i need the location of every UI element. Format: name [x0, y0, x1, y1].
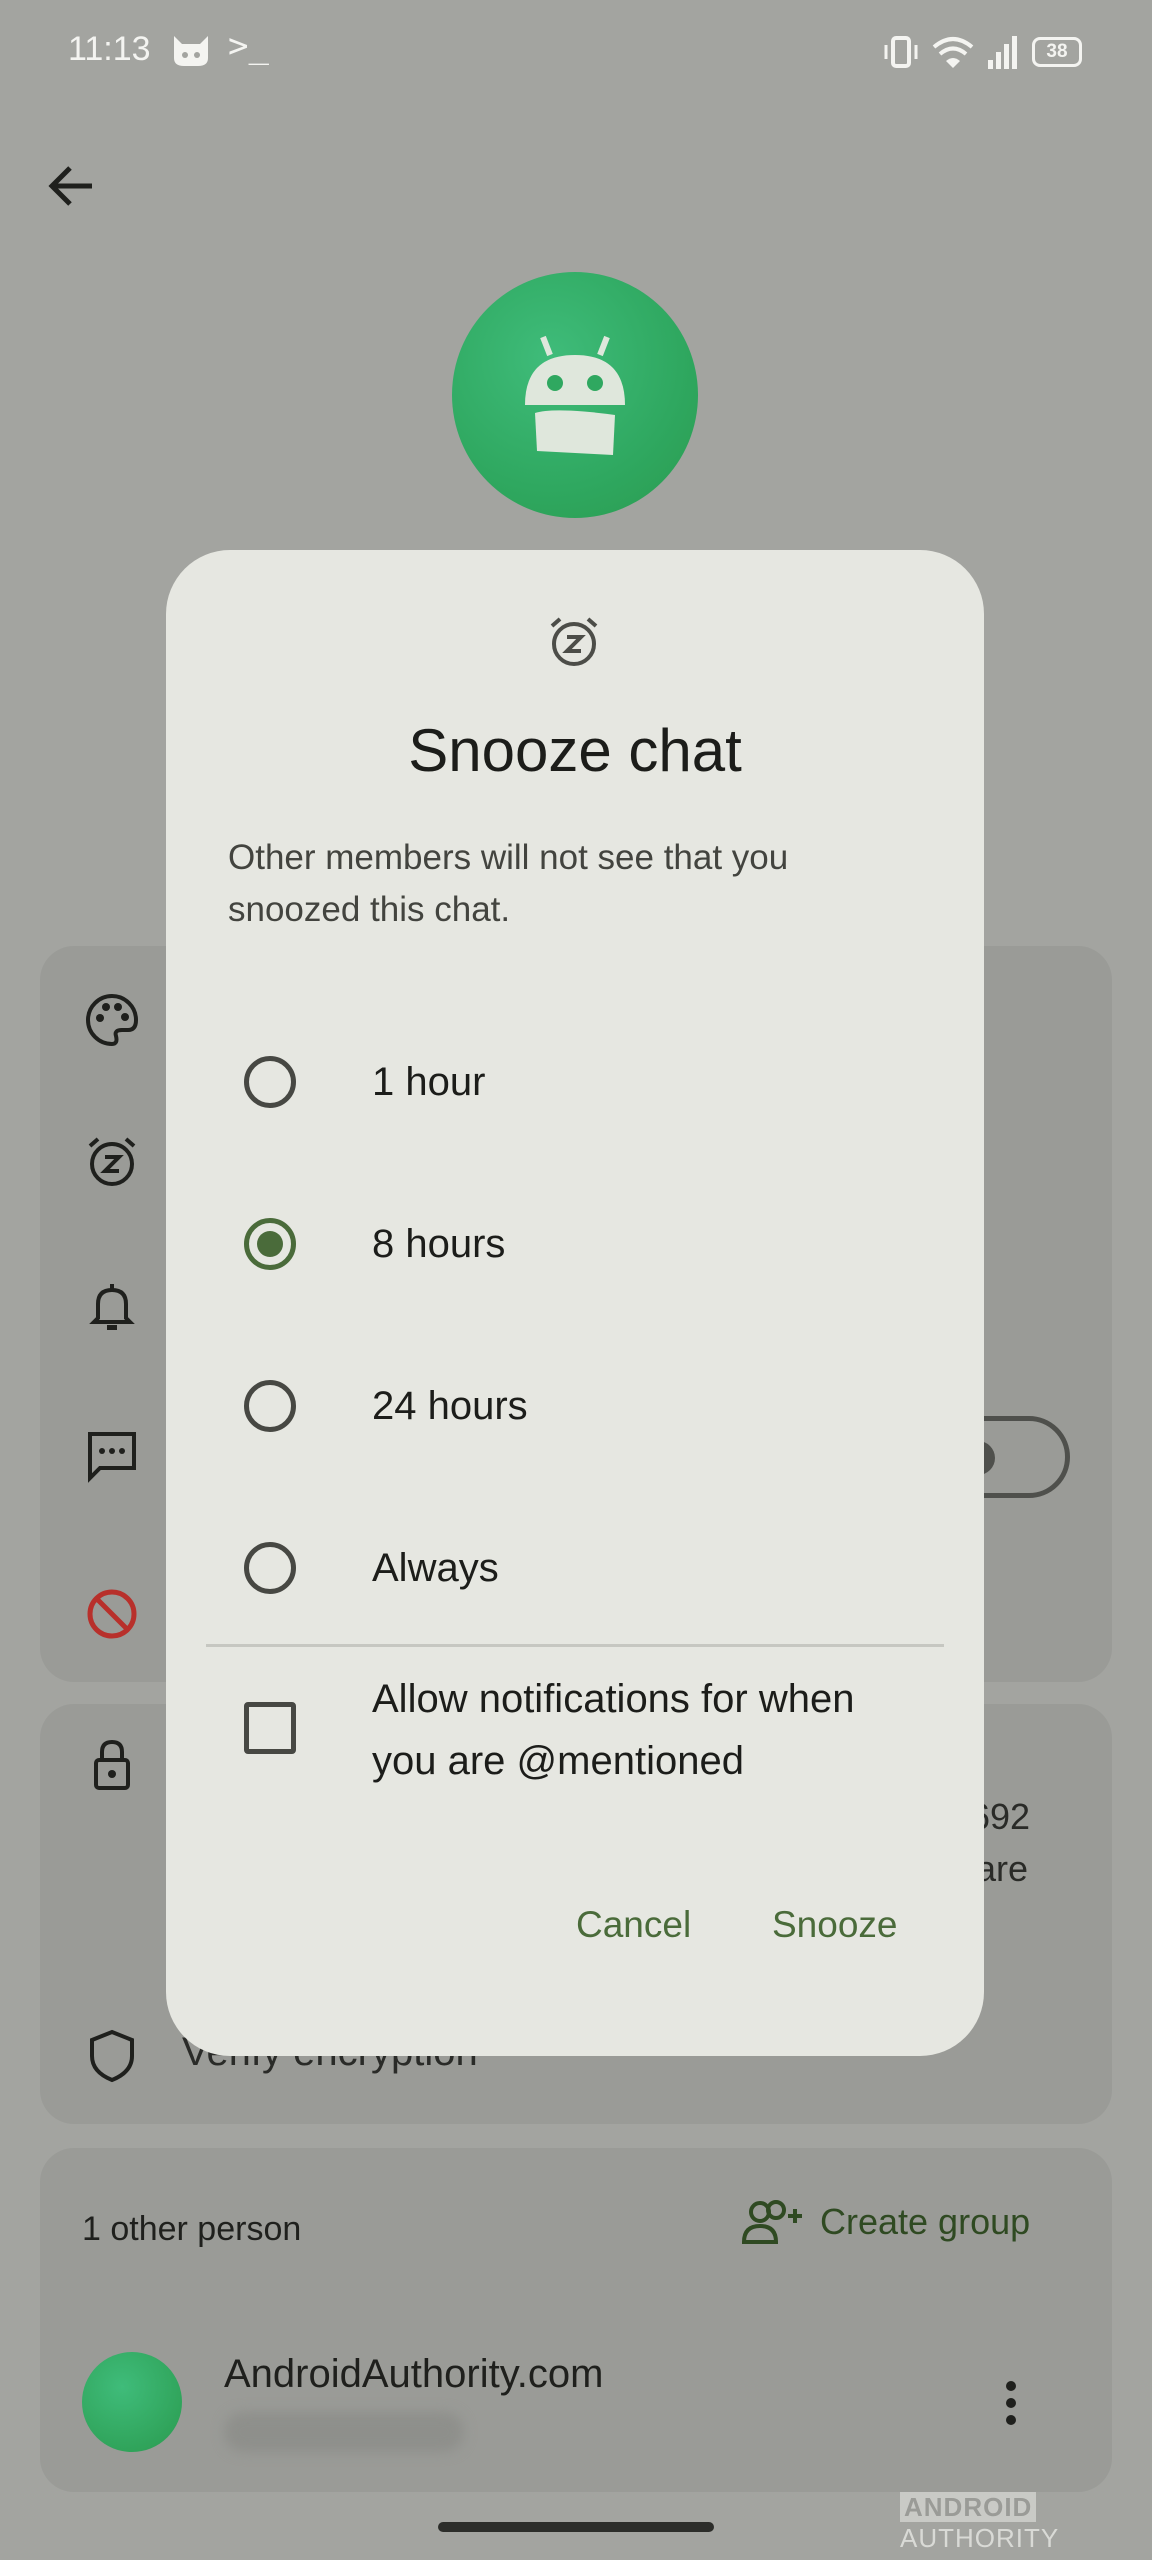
radio-button-selected[interactable]: [244, 1218, 296, 1270]
create-group-label: Create group: [820, 2201, 1031, 2242]
profile-avatar: [452, 272, 698, 518]
option-label: 8 hours: [372, 1221, 506, 1266]
terminal-icon: >_: [228, 26, 269, 66]
mention-checkbox-label[interactable]: Allow notifications for when you are @me…: [372, 1668, 912, 1792]
contact-name[interactable]: AndroidAuthority.com: [224, 2352, 603, 2397]
battery-icon: 38: [1032, 37, 1082, 67]
signal-icon: [988, 36, 1017, 69]
cancel-button[interactable]: Cancel: [576, 1904, 691, 1946]
radio-button[interactable]: [244, 1542, 296, 1594]
watermark-suffix: AUTHORITY: [900, 2523, 1060, 2553]
participants-count: 1 other person: [82, 2210, 302, 2248]
radio-button[interactable]: [244, 1380, 296, 1432]
snooze-button[interactable]: Snooze: [772, 1904, 898, 1946]
option-8-hours[interactable]: 8 hours: [206, 1184, 944, 1304]
status-time: 11:13: [68, 30, 151, 68]
snooze-dialog: Snooze chat Other members will not see t…: [166, 550, 984, 2056]
snooze-alarm-icon: [544, 612, 604, 672]
chat-bubble-icon[interactable]: [82, 1426, 142, 1486]
more-vert-icon[interactable]: [996, 2378, 1026, 2433]
snooze-icon[interactable]: [82, 1132, 142, 1192]
option-label: 24 hours: [372, 1383, 528, 1428]
bell-icon[interactable]: [82, 1276, 142, 1336]
back-arrow-icon[interactable]: [46, 160, 98, 212]
divider: [206, 1644, 944, 1647]
shield-icon: [82, 2026, 142, 2086]
add-person-icon: [741, 2200, 802, 2244]
option-1-hour[interactable]: 1 hour: [206, 1022, 944, 1142]
contact-phone-blurred: [224, 2412, 464, 2452]
option-always[interactable]: Always: [206, 1508, 944, 1628]
create-group-button[interactable]: Create group: [740, 2198, 1030, 2246]
watermark-brand: ANDROID: [900, 2492, 1037, 2522]
option-label: Always: [372, 1545, 499, 1590]
palette-icon[interactable]: [82, 990, 142, 1050]
lock-icon: [82, 1734, 142, 1794]
status-icons: 38: [882, 34, 1082, 70]
mention-checkbox[interactable]: [244, 1702, 296, 1754]
home-indicator[interactable]: [438, 2522, 714, 2532]
dialog-description: Other members will not see that you snoo…: [228, 838, 789, 929]
watermark: ANDROID AUTHORITY: [900, 2492, 1152, 2554]
contact-avatar[interactable]: [82, 2352, 182, 2452]
option-24-hours[interactable]: 24 hours: [206, 1346, 944, 1466]
dialog-title: Snooze chat: [408, 717, 742, 784]
app-notification-icon: [170, 32, 212, 73]
status-bar: 11:13 >_ 38: [0, 0, 1152, 110]
option-label: 1 hour: [372, 1059, 486, 1104]
radio-button[interactable]: [244, 1056, 296, 1108]
wifi-icon: [932, 37, 974, 68]
vibrate-icon: [884, 36, 918, 68]
block-icon[interactable]: [82, 1584, 142, 1644]
